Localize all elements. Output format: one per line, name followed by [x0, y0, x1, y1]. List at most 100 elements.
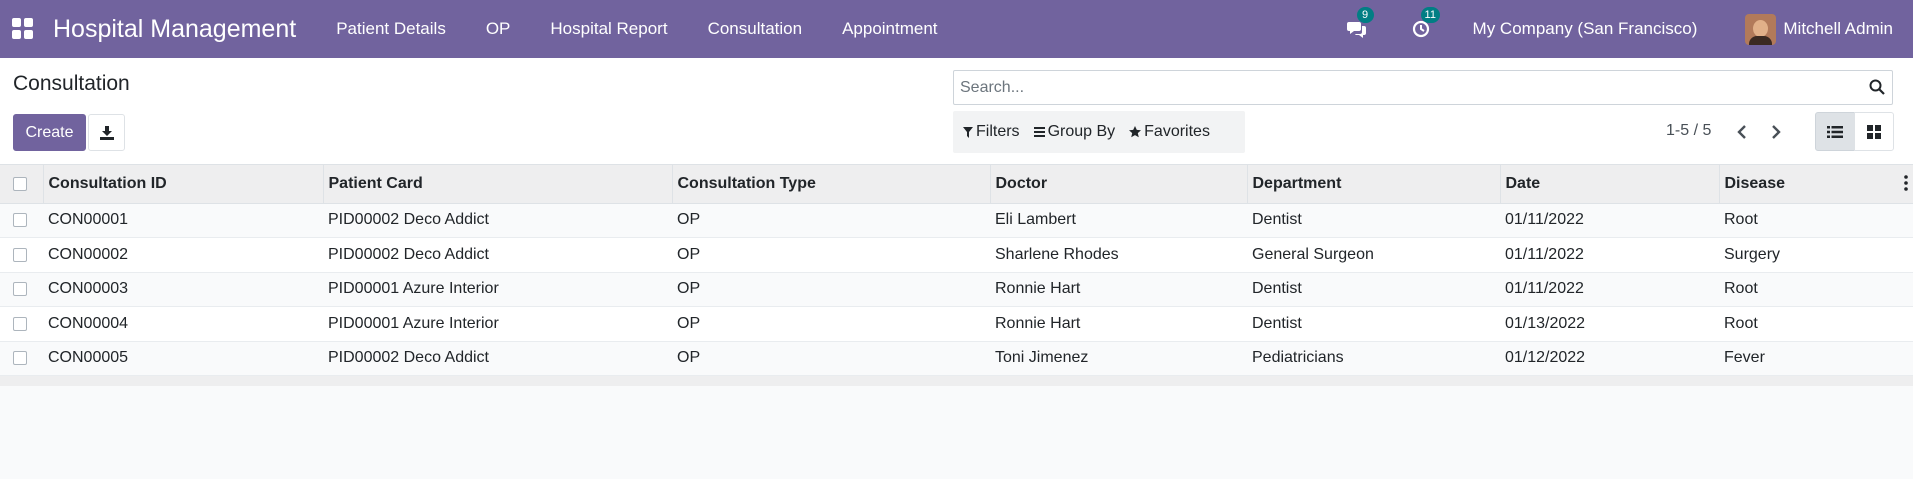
chevron-left-icon — [1737, 125, 1746, 139]
cell-department[interactable]: Dentist — [1247, 306, 1500, 342]
column-header-patient-card[interactable]: Patient Card — [322, 165, 672, 204]
row-checkbox[interactable] — [13, 351, 27, 366]
list-icon — [1827, 125, 1843, 138]
group-by-button[interactable]: Group By — [1033, 123, 1115, 141]
navbar-systray: 9 11 My Company (San Francisco) Mitchell… — [1345, 0, 1913, 58]
table-row[interactable]: CON00003 PID00001 Azure Interior OP Ronn… — [0, 272, 1913, 307]
download-icon — [99, 125, 114, 140]
cell-patient-card[interactable]: PID00001 Azure Interior — [323, 272, 672, 307]
cell-consultation-id[interactable]: CON00003 — [43, 272, 323, 307]
kanban-icon — [1867, 124, 1881, 139]
filters-button[interactable]: Filters — [963, 123, 1020, 141]
star-icon — [1129, 126, 1142, 138]
cell-consultation-id[interactable]: CON00002 — [43, 237, 323, 273]
cell-date[interactable]: 01/12/2022 — [1500, 341, 1719, 376]
cell-department[interactable]: Dentist — [1247, 203, 1500, 238]
cell-doctor[interactable]: Ronnie Hart — [990, 306, 1247, 342]
table-row[interactable]: CON00005 PID00002 Deco Addict OP Toni Ji… — [0, 341, 1913, 376]
bars-icon — [1033, 127, 1045, 137]
cell-doctor[interactable]: Sharlene Rhodes — [990, 237, 1247, 273]
cell-doctor[interactable]: Ronnie Hart — [990, 272, 1247, 307]
cell-consultation-type[interactable]: OP — [672, 272, 990, 307]
pager-next-button[interactable] — [1766, 122, 1786, 142]
activities-badge: 11 — [1420, 7, 1440, 23]
menu-hospital-report[interactable]: Hospital Report — [530, 19, 687, 39]
column-header-consultation-id[interactable]: Consultation ID — [42, 165, 323, 204]
table-header-row: Consultation ID Patient Card Consultatio… — [0, 165, 1913, 204]
cell-disease[interactable]: Root — [1719, 203, 1913, 238]
cell-patient-card[interactable]: PID00002 Deco Addict — [323, 341, 672, 376]
messages-icon[interactable]: 9 — [1345, 7, 1374, 41]
export-button[interactable] — [88, 114, 125, 151]
cell-consultation-id[interactable]: CON00001 — [43, 203, 323, 238]
menu-patient-details[interactable]: Patient Details — [316, 19, 466, 39]
menu-consultation[interactable]: Consultation — [688, 19, 823, 39]
pager-value[interactable]: 1-5 / 5 — [1666, 122, 1711, 140]
cell-patient-card[interactable]: PID00002 Deco Addict — [323, 203, 672, 238]
table-row[interactable]: CON00004 PID00001 Azure Interior OP Ronn… — [0, 306, 1913, 342]
messages-badge: 9 — [1356, 7, 1374, 23]
list-view-button[interactable] — [1815, 112, 1855, 151]
search-input[interactable] — [960, 71, 1840, 104]
select-all-checkbox[interactable] — [13, 176, 27, 191]
cell-patient-card[interactable]: PID00002 Deco Addict — [323, 237, 672, 273]
control-panel: Consultation Create Filters Group By Fav… — [0, 58, 1913, 165]
menu-appointment[interactable]: Appointment — [822, 19, 957, 39]
user-menu[interactable]: Mitchell Admin — [1783, 19, 1893, 39]
column-header-department[interactable]: Department — [1246, 165, 1500, 204]
search-icon[interactable] — [1869, 79, 1885, 95]
search-box — [953, 70, 1893, 105]
row-checkbox[interactable] — [13, 316, 27, 331]
cell-patient-card[interactable]: PID00001 Azure Interior — [323, 306, 672, 342]
cell-disease[interactable]: Root — [1719, 272, 1913, 307]
cell-date[interactable]: 01/11/2022 — [1500, 237, 1719, 273]
cell-consultation-type[interactable]: OP — [672, 306, 990, 342]
favorites-button[interactable]: Favorites — [1129, 123, 1210, 141]
cell-department[interactable]: General Surgeon — [1247, 237, 1500, 273]
favorites-label: Favorites — [1144, 123, 1210, 140]
app-brand[interactable]: Hospital Management — [53, 15, 296, 44]
cell-doctor[interactable]: Toni Jimenez — [990, 341, 1247, 376]
cell-date[interactable]: 01/11/2022 — [1500, 203, 1719, 238]
company-switcher[interactable]: My Company (San Francisco) — [1473, 19, 1698, 39]
table-row[interactable]: CON00002 PID00002 Deco Addict OP Sharlen… — [0, 237, 1913, 273]
row-checkbox[interactable] — [13, 282, 27, 297]
list-view: Consultation ID Patient Card Consultatio… — [0, 165, 1913, 386]
column-header-consultation-type[interactable]: Consultation Type — [671, 165, 990, 204]
cell-department[interactable]: Dentist — [1247, 272, 1500, 307]
menu-op[interactable]: OP — [466, 19, 531, 39]
cell-date[interactable]: 01/13/2022 — [1500, 306, 1719, 342]
column-header-doctor[interactable]: Doctor — [989, 165, 1247, 204]
apps-menu-icon[interactable] — [12, 18, 34, 40]
select-all-cell — [0, 165, 43, 204]
cell-consultation-id[interactable]: CON00004 — [43, 306, 323, 342]
row-checkbox[interactable] — [13, 247, 27, 262]
cell-date[interactable]: 01/11/2022 — [1500, 272, 1719, 307]
cell-disease[interactable]: Fever — [1719, 341, 1913, 376]
search-options: Filters Group By Favorites — [953, 111, 1245, 153]
activities-clock-icon[interactable]: 11 — [1409, 7, 1440, 41]
cell-doctor[interactable]: Eli Lambert — [990, 203, 1247, 238]
table-footer — [0, 376, 1913, 386]
cell-disease[interactable]: Root — [1719, 306, 1913, 342]
cell-consultation-type[interactable]: OP — [672, 341, 990, 376]
table-row[interactable]: CON00001 PID00002 Deco Addict OP Eli Lam… — [0, 203, 1913, 238]
user-avatar[interactable] — [1745, 13, 1777, 45]
top-navbar: Hospital Management Patient Details OP H… — [0, 0, 1913, 58]
cell-disease[interactable]: Surgery — [1719, 237, 1913, 273]
cell-consultation-id[interactable]: CON00005 — [43, 341, 323, 376]
row-checkbox[interactable] — [13, 213, 27, 228]
cell-consultation-type[interactable]: OP — [672, 237, 990, 273]
filter-icon — [963, 126, 973, 138]
cell-consultation-type[interactable]: OP — [672, 203, 990, 238]
column-header-disease[interactable]: Disease — [1718, 165, 1913, 204]
cell-department[interactable]: Pediatricians — [1247, 341, 1500, 376]
column-header-date[interactable]: Date — [1499, 165, 1719, 204]
breadcrumb-title: Consultation — [13, 72, 130, 95]
kanban-view-button[interactable] — [1854, 112, 1894, 151]
create-button[interactable]: Create — [13, 114, 86, 151]
pager-previous-button[interactable] — [1732, 122, 1752, 142]
filters-label: Filters — [976, 123, 1020, 140]
consultation-table: Consultation ID Patient Card Consultatio… — [0, 165, 1913, 376]
optional-columns-kebab-icon[interactable] — [1903, 175, 1909, 191]
